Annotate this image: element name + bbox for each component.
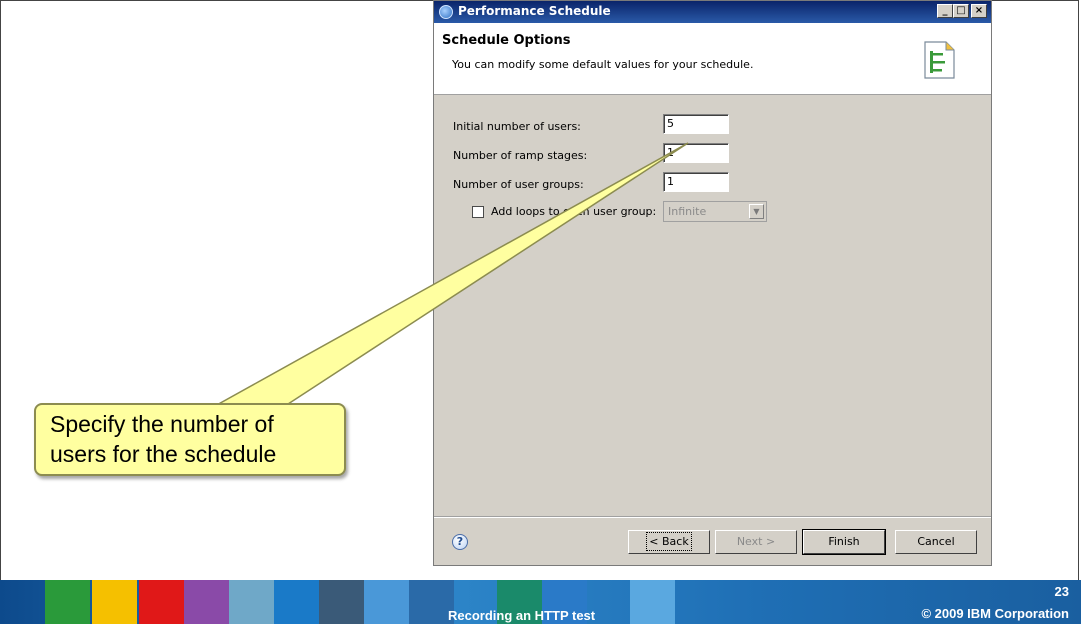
yellow-tile (92, 580, 137, 624)
page-description: You can modify some default values for y… (452, 58, 754, 71)
photo-tile (229, 580, 274, 624)
initial-users-input[interactable]: 5 (663, 114, 729, 134)
user-groups-input[interactable]: 1 (663, 172, 729, 192)
back-button[interactable]: < Back (628, 530, 710, 554)
slide-footer: Recording an HTTP test 23 © 2009 IBM Cor… (0, 580, 1081, 624)
loops-dropdown-value: Infinite (668, 205, 707, 218)
wizard-header: Schedule Options You can modify some def… (434, 23, 991, 95)
copyright: © 2009 IBM Corporation (921, 606, 1069, 621)
window-title: Performance Schedule (458, 4, 611, 18)
ramp-stages-label: Number of ramp stages: (453, 149, 588, 162)
page-number: 23 (1054, 584, 1069, 599)
schedule-document-icon (924, 41, 955, 79)
callout-line-2: users for the schedule (50, 441, 277, 467)
ramp-stages-input[interactable]: 1 (663, 143, 729, 163)
initial-users-label: Initial number of users: (453, 120, 581, 133)
loops-dropdown[interactable]: Infinite ▼ (663, 201, 767, 222)
page-title: Schedule Options (442, 33, 571, 48)
back-button-label: < Back (646, 532, 692, 551)
green-tile (45, 580, 90, 624)
blue-tile (630, 580, 675, 624)
title-bar[interactable]: Performance Schedule _ □ × (434, 1, 991, 23)
minimize-button[interactable]: _ (937, 4, 953, 18)
callout-line-1: Specify the number of (50, 411, 274, 437)
callout-text: Specify the number of users for the sche… (50, 409, 276, 469)
purple-tile (184, 580, 229, 624)
wave-icon-tile (274, 580, 319, 624)
maximize-button[interactable]: □ (953, 4, 969, 18)
callout-box: Specify the number of users for the sche… (34, 403, 346, 476)
pattern-tile (364, 580, 409, 624)
next-button[interactable]: Next > (715, 530, 797, 554)
performance-schedule-dialog: Performance Schedule _ □ × Schedule Opti… (433, 0, 992, 566)
finish-button[interactable]: Finish (802, 529, 886, 555)
close-button[interactable]: × (971, 4, 987, 18)
cancel-button[interactable]: Cancel (895, 530, 977, 554)
add-loops-label[interactable]: Add loops to each user group: (491, 205, 656, 218)
person-photo-tile (319, 580, 364, 624)
app-icon (439, 5, 453, 19)
user-groups-label: Number of user groups: (453, 178, 584, 191)
chevron-down-icon[interactable]: ▼ (749, 204, 764, 219)
add-loops-checkbox[interactable] (472, 206, 484, 218)
footer-title: Recording an HTTP test (448, 608, 596, 623)
red-tile (139, 580, 184, 624)
help-icon[interactable]: ? (452, 534, 468, 550)
button-bar-separator (434, 516, 991, 518)
